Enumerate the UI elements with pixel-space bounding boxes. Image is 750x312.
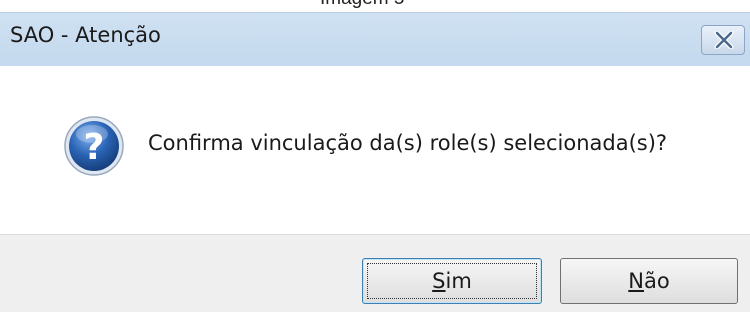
- dialog-body: ? Confirma vinculação da(s) role(s) sele…: [0, 66, 750, 234]
- no-accelerator: N: [628, 269, 644, 293]
- no-label-rest: ão: [644, 269, 670, 293]
- no-button[interactable]: Não: [560, 258, 738, 304]
- question-icon: ?: [64, 116, 124, 176]
- close-icon: [714, 31, 734, 49]
- caption-text: Imagem 5: [320, 0, 404, 10]
- page-caption: Imagem 5: [0, 0, 750, 10]
- window-title: SAO - Atenção: [10, 23, 161, 47]
- yes-label-rest: im: [445, 269, 472, 293]
- dialog-message: Confirma vinculação da(s) role(s) seleci…: [148, 131, 668, 155]
- yes-button[interactable]: Sim: [362, 258, 542, 304]
- yes-accelerator: S: [432, 269, 446, 293]
- svg-text:?: ?: [84, 127, 105, 168]
- focus-rectangle: Sim: [367, 263, 537, 299]
- button-bar: Sim Não: [0, 234, 750, 312]
- close-button[interactable]: [701, 25, 745, 55]
- title-bar[interactable]: SAO - Atenção: [0, 12, 750, 66]
